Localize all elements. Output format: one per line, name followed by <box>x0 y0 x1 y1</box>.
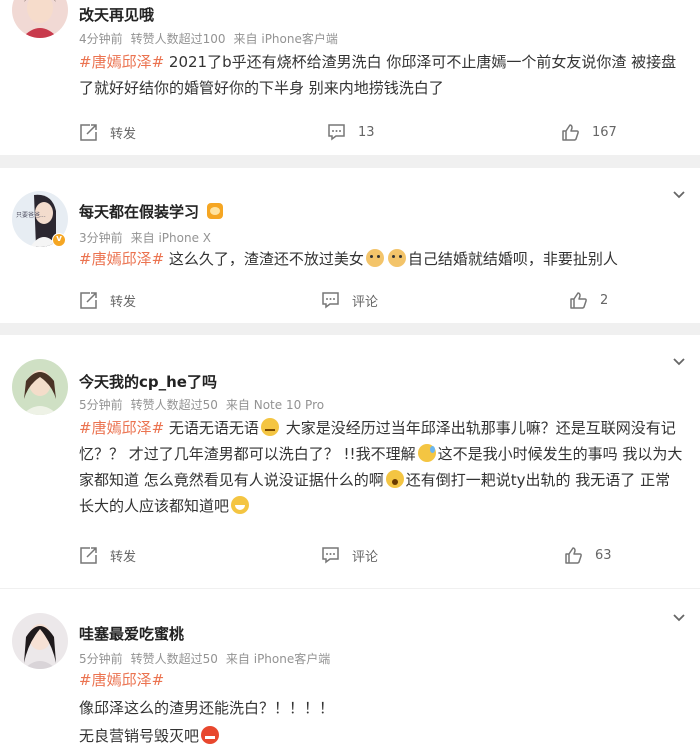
post-text: 2021了b乎还有烧杯给渣男洗白 你邱泽可不止唐嫣一个前女友说你渣 被接盘了就好… <box>79 53 677 97</box>
post-source: 来自 iPhone客户端 <box>225 652 331 666</box>
post-meta: 5分钟前 转赞人数超过50 来自 Note 10 Pro <box>79 396 324 413</box>
chevron-down-icon[interactable] <box>672 188 686 202</box>
user-name[interactable]: 哇塞最爱吃蜜桃 <box>79 623 184 644</box>
comment-label: 评论 <box>352 294 379 310</box>
comment-button[interactable]: 13 <box>327 117 375 147</box>
comment-label: 评论 <box>352 549 379 565</box>
post-text: 无语无语无语 <box>164 419 259 437</box>
chevron-down-icon[interactable] <box>672 611 686 625</box>
yellow-badge-icon <box>207 203 224 219</box>
post-source: 来自 iPhone X <box>130 231 211 245</box>
post-text: 这么久了，渣渣还不放过美女 <box>164 250 364 268</box>
repost-icon <box>80 291 97 309</box>
post-meta: 3分钟前 来自 iPhone X <box>79 229 211 246</box>
repost-button[interactable]: 转发 <box>79 117 136 147</box>
post-source: 来自 iPhone客户端 <box>233 32 338 46</box>
repost-icon <box>80 123 97 141</box>
like-count: 2 <box>600 292 609 308</box>
action-bar: 转发 13 167 <box>0 117 700 147</box>
chevron-down-icon[interactable] <box>672 355 686 369</box>
post-time[interactable]: 4分钟前 <box>79 32 123 46</box>
like-count: 63 <box>595 547 612 563</box>
post-card: 只要爸爸... v 每天都在假装学习 3分钟前 来自 iPhone X #唐嫣邱泽… <box>0 168 700 323</box>
laugh-emoji-icon <box>231 496 250 514</box>
vip-badge-icon: v <box>52 233 66 247</box>
doge-emoji-icon <box>365 249 384 267</box>
post-meta: 5分钟前 转赞人数超过50 来自 iPhone客户端 <box>79 650 330 667</box>
action-bar: 转发 评论 63 <box>0 540 700 570</box>
sad-emoji-icon <box>260 418 279 436</box>
angry-emoji-icon <box>201 726 220 744</box>
repost-label: 转发 <box>110 294 137 310</box>
post-time[interactable]: 3分钟前 <box>79 231 123 245</box>
repost-icon <box>80 546 97 564</box>
post-time[interactable]: 5分钟前 <box>79 652 123 666</box>
post-meta: 4分钟前 转赞人数超过100 来自 iPhone客户端 <box>79 30 338 47</box>
action-bar: 转发 评论 2 <box>0 285 700 315</box>
doge-emoji-icon <box>387 249 406 267</box>
comment-icon <box>322 546 339 563</box>
sweat-emoji-icon <box>417 444 436 462</box>
avatar[interactable] <box>12 613 68 669</box>
hashtag-link[interactable]: #唐嫣邱泽# <box>79 53 164 71</box>
post-card: 今天我的cp_he了吗 5分钟前 转赞人数超过50 来自 Note 10 Pro #… <box>0 335 700 588</box>
post-content: #唐嫣邱泽# 2021了b乎还有烧杯给渣男洗白 你邱泽可不止唐嫣一个前女友说你渣… <box>79 49 685 101</box>
user-name[interactable]: 改天再见哦 <box>79 4 154 25</box>
hashtag-link[interactable]: #唐嫣邱泽# <box>79 250 164 268</box>
svg-text:只要爸爸...: 只要爸爸... <box>16 211 46 219</box>
post-time[interactable]: 5分钟前 <box>79 398 123 412</box>
comment-feed: 改天再见哦 4分钟前 转赞人数超过100 来自 iPhone客户端 #唐嫣邱泽# 2… <box>0 0 700 747</box>
post-card: 哇塞最爱吃蜜桃 5分钟前 转赞人数超过50 来自 iPhone客户端 #唐嫣邱泽# … <box>0 589 700 747</box>
like-count: 167 <box>592 124 617 140</box>
hashtag-link[interactable]: #唐嫣邱泽# <box>79 419 164 437</box>
post-content: #唐嫣邱泽# 无语无语无语 大家是没经历过当年邱泽出轨那事儿嘛？还是互联网没有记… <box>79 415 685 519</box>
user-name[interactable]: 今天我的cp_he了吗 <box>79 371 217 392</box>
shocked-emoji-icon <box>385 470 404 488</box>
like-icon <box>562 123 579 141</box>
post-text: 像邱泽这么的渣男还能洗白？！！！！ <box>79 699 335 717</box>
like-button[interactable]: 167 <box>561 117 617 147</box>
repost-count-note: 转赞人数超过50 <box>130 652 218 666</box>
repost-count-note: 转赞人数超过50 <box>130 398 218 412</box>
repost-button[interactable]: 转发 <box>79 285 136 315</box>
post-text: 自己结婚就结婚呗，非要扯别人 <box>407 250 618 268</box>
comment-count: 13 <box>358 124 375 140</box>
avatar[interactable] <box>12 0 68 38</box>
repost-label: 转发 <box>110 549 137 565</box>
comment-icon <box>322 291 339 308</box>
post-text: 无良营销号毁灭吧 <box>79 727 200 745</box>
like-button[interactable]: 2 <box>569 285 608 315</box>
comment-button[interactable]: 评论 <box>321 285 378 315</box>
comment-icon <box>328 123 345 140</box>
like-button[interactable]: 63 <box>564 540 612 570</box>
repost-label: 转发 <box>110 126 137 142</box>
user-name[interactable]: 每天都在假装学习 <box>79 201 224 222</box>
hashtag-link[interactable]: #唐嫣邱泽# <box>79 671 164 689</box>
avatar[interactable] <box>12 359 68 415</box>
like-icon <box>570 291 587 309</box>
post-content: #唐嫣邱泽# 这么久了，渣渣还不放过美女 自己结婚就结婚呗，非要扯别人 <box>79 246 685 272</box>
like-icon <box>565 546 582 564</box>
repost-button[interactable]: 转发 <box>79 540 136 570</box>
repost-count-note: 转赞人数超过100 <box>130 32 226 46</box>
comment-button[interactable]: 评论 <box>321 540 378 570</box>
post-card: 改天再见哦 4分钟前 转赞人数超过100 来自 iPhone客户端 #唐嫣邱泽# 2… <box>0 0 700 155</box>
post-source: 来自 Note 10 Pro <box>225 398 325 412</box>
post-content: #唐嫣邱泽# 像邱泽这么的渣男还能洗白？！！！！ 无良营销号毁灭吧 <box>79 667 685 747</box>
